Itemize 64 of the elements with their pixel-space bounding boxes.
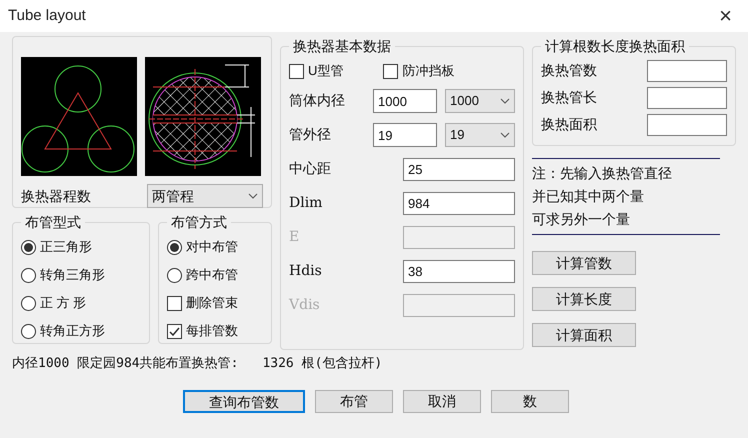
field-label: 换热面积 [541,115,597,134]
value-dropdown[interactable]: 19 [445,123,515,147]
radio-button[interactable] [21,240,36,254]
radio-option[interactable]: 跨中布管 [167,261,263,289]
note-text: 注：先输入换热管直径 [532,164,673,183]
passes-dropdown[interactable]: 两管程 [147,184,263,208]
dialog-button[interactable]: 查询布管数 [183,390,305,412]
group-title: 布管方式 [170,213,228,232]
checkbox-option[interactable]: U型管 [289,57,344,85]
field-label: 管外径 [289,126,332,144]
field-label: 中心距 [289,160,332,178]
checkbox[interactable] [289,64,304,78]
passes-label: 换热器程数 [21,186,91,206]
checkbox[interactable] [167,296,182,310]
input-field[interactable] [647,114,727,136]
radio-option[interactable]: 正 方 形 [21,289,141,317]
input-field[interactable] [647,60,727,82]
radio-button[interactable] [21,268,36,282]
radio-option[interactable]: 转角三角形 [21,261,141,289]
calculate-button[interactable]: 计算管数 [532,251,636,275]
input-field[interactable]: 984 [403,192,515,214]
field-label: Hdis [289,262,323,280]
input-field[interactable]: 38 [403,260,515,282]
dialog-button[interactable]: 取消 [403,390,481,412]
radio-option[interactable]: 正三角形 [21,233,141,261]
status-text: 内径1000 限定园984共能布置换热管: [12,355,238,373]
checkbox-option[interactable]: 防冲挡板 [383,57,454,85]
checkbox[interactable] [167,324,182,338]
checkbox-option[interactable]: 删除管束 [167,289,263,317]
field-label: Vdis [289,296,321,314]
value-dropdown[interactable]: 1000 [445,89,515,113]
field-label: 换热管长 [541,88,597,107]
result-text: 1326 根(包含拉杆) [262,355,382,373]
radio-option[interactable]: 转角正方形 [21,317,141,345]
field-label: 筒体内径 [289,92,346,110]
group-title: 布管型式 [24,213,82,232]
radio-button[interactable] [21,324,36,338]
checkmark-icon [169,326,180,336]
calculate-button[interactable]: 计算长度 [532,287,636,311]
radio-button[interactable] [21,296,36,310]
radio-button[interactable] [167,240,182,254]
field-label: E [289,228,300,246]
note-text: 可求另外一个量 [532,210,631,229]
radio-option[interactable]: 对中布管 [167,233,263,261]
note-text: 并已知其中两个量 [532,187,645,206]
checkbox[interactable] [383,64,398,78]
input-field[interactable]: 1000 [373,89,437,113]
field-label: Dlim [289,194,324,212]
field-label: 换热管数 [541,61,597,80]
radio-button[interactable] [167,268,182,282]
input-field[interactable]: 19 [373,123,437,147]
input-field[interactable]: 25 [403,158,515,180]
caret-icon [500,98,510,104]
group-title: 计算根数长度换热面积 [544,37,686,56]
close-button[interactable]: × [711,5,740,27]
dialog-button[interactable]: 数 [491,390,569,412]
caret-icon [500,132,510,138]
group-title: 换热器基本数据 [292,37,392,56]
calculate-button[interactable]: 计算面积 [532,323,636,347]
window-title: Tube layout [8,6,86,26]
dialog-button[interactable]: 布管 [315,390,393,412]
checkbox-option[interactable]: 每排管数 [167,317,263,345]
caret-icon [248,193,258,199]
input-field[interactable] [647,86,727,108]
